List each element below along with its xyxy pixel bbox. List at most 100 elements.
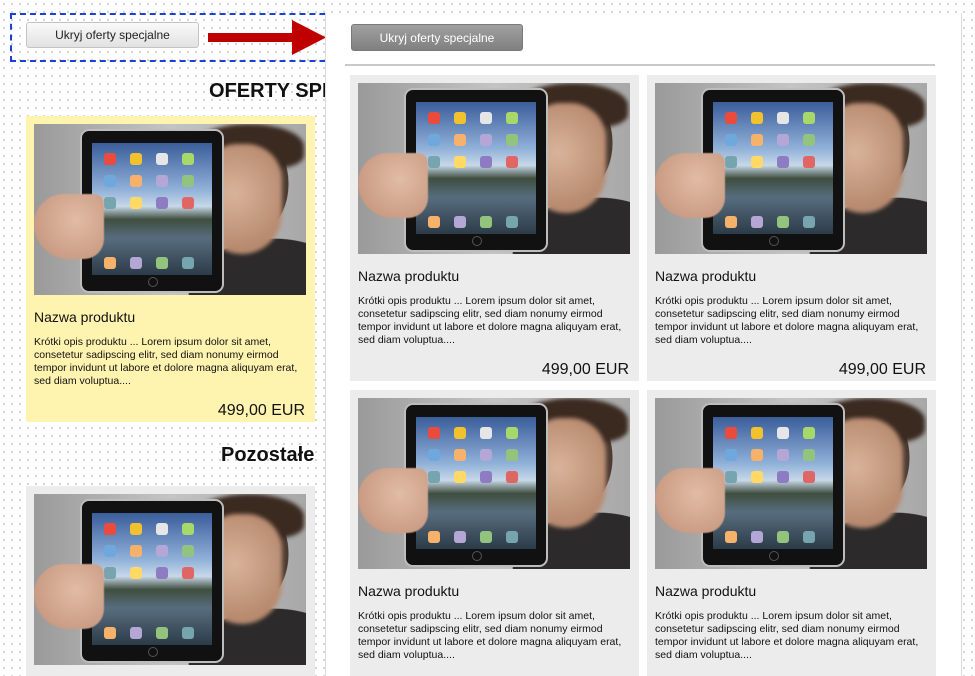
dock-app-icon — [156, 627, 168, 639]
product-description: Krótki opis produktu ... Lorem ipsum dol… — [655, 295, 919, 346]
app-icon — [777, 449, 789, 461]
app-icon — [506, 427, 518, 439]
dock-app-icon — [454, 531, 466, 543]
app-icon — [777, 134, 789, 146]
app-icon — [480, 134, 492, 146]
app-icon — [104, 545, 116, 557]
arrow-right-icon — [208, 20, 326, 55]
dock-app-icon — [182, 257, 194, 269]
app-icon — [130, 545, 142, 557]
product-image — [358, 398, 630, 569]
product-image — [655, 398, 927, 569]
app-icon — [156, 545, 168, 557]
app-icon — [182, 545, 194, 557]
product-card-featured[interactable]: Nazwa produktu Krótki opis produktu ... … — [26, 116, 315, 422]
divider — [345, 64, 935, 66]
product-card[interactable]: Nazwa produktu Krótki opis produktu ... … — [350, 390, 639, 676]
app-icon — [454, 112, 466, 124]
app-icon — [480, 112, 492, 124]
dock-app-icon — [428, 216, 440, 228]
dock-app-icon — [506, 216, 518, 228]
app-icon — [182, 175, 194, 187]
product-price: 499,00 EUR — [217, 402, 305, 419]
product-name: Nazwa produktu — [358, 268, 460, 284]
product-image — [655, 83, 927, 254]
app-icon — [454, 134, 466, 146]
app-icon — [104, 523, 116, 535]
product-card[interactable] — [26, 486, 315, 676]
product-description: Krótki opis produktu ... Lorem ipsum dol… — [358, 610, 622, 661]
dock-app-icon — [725, 216, 737, 228]
hide-special-offers-button-pressed[interactable]: Ukryj oferty specjalne — [351, 24, 523, 51]
app-icon — [803, 427, 815, 439]
app-icon — [480, 156, 492, 168]
hide-special-offers-button[interactable]: Ukryj oferty specjalne — [26, 22, 199, 48]
app-icon — [725, 427, 737, 439]
dock-app-icon — [803, 216, 815, 228]
dock-app-icon — [803, 531, 815, 543]
special-offers-heading: OFERTY SPECJALNE — [209, 80, 325, 102]
app-icon — [182, 523, 194, 535]
app-icon — [751, 156, 763, 168]
product-card[interactable]: Nazwa produktu Krótki opis produktu ... … — [350, 75, 639, 381]
dock-app-icon — [104, 257, 116, 269]
dock-app-icon — [751, 531, 763, 543]
dock-app-icon — [751, 216, 763, 228]
app-icon — [751, 427, 763, 439]
app-icon — [454, 156, 466, 168]
app-icon — [725, 471, 737, 483]
dock-app-icon — [104, 627, 116, 639]
app-icon — [480, 449, 492, 461]
app-icon — [156, 197, 168, 209]
app-icon — [803, 112, 815, 124]
product-description: Krótki opis produktu ... Lorem ipsum dol… — [655, 610, 919, 661]
app-icon — [104, 197, 116, 209]
app-icon — [130, 523, 142, 535]
product-card[interactable]: Nazwa produktu Krótki opis produktu ... … — [647, 75, 936, 381]
app-icon — [130, 567, 142, 579]
app-icon — [803, 449, 815, 461]
app-icon — [725, 449, 737, 461]
app-icon — [454, 449, 466, 461]
product-name: Nazwa produktu — [655, 268, 757, 284]
app-icon — [428, 427, 440, 439]
product-name: Nazwa produktu — [34, 309, 136, 325]
app-icon — [182, 153, 194, 165]
app-icon — [130, 175, 142, 187]
product-price: 499,00 EUR — [541, 361, 629, 378]
dock-app-icon — [130, 627, 142, 639]
app-icon — [751, 471, 763, 483]
app-icon — [480, 427, 492, 439]
app-icon — [506, 156, 518, 168]
app-icon — [803, 134, 815, 146]
app-icon — [104, 153, 116, 165]
product-card[interactable]: Nazwa produktu Krótki opis produktu ... … — [647, 390, 936, 676]
app-icon — [803, 156, 815, 168]
app-icon — [777, 427, 789, 439]
product-description: Krótki opis produktu ... Lorem ipsum dol… — [34, 336, 298, 387]
app-icon — [725, 112, 737, 124]
app-icon — [104, 567, 116, 579]
app-icon — [506, 471, 518, 483]
app-icon — [156, 523, 168, 535]
app-icon — [777, 471, 789, 483]
product-image — [34, 494, 306, 665]
app-icon — [725, 134, 737, 146]
app-icon — [182, 197, 194, 209]
dock-app-icon — [480, 216, 492, 228]
dock-app-icon — [182, 627, 194, 639]
app-icon — [506, 449, 518, 461]
dock-app-icon — [725, 531, 737, 543]
product-description: Krótki opis produktu ... Lorem ipsum dol… — [358, 295, 622, 346]
product-name: Nazwa produktu — [655, 583, 757, 599]
app-icon — [428, 134, 440, 146]
product-name: Nazwa produktu — [358, 583, 460, 599]
dock-app-icon — [454, 216, 466, 228]
app-icon — [751, 449, 763, 461]
app-icon — [428, 449, 440, 461]
others-heading: Pozostałe — [221, 444, 315, 466]
dock-app-icon — [777, 531, 789, 543]
app-icon — [428, 156, 440, 168]
app-icon — [104, 175, 116, 187]
dock-app-icon — [506, 531, 518, 543]
